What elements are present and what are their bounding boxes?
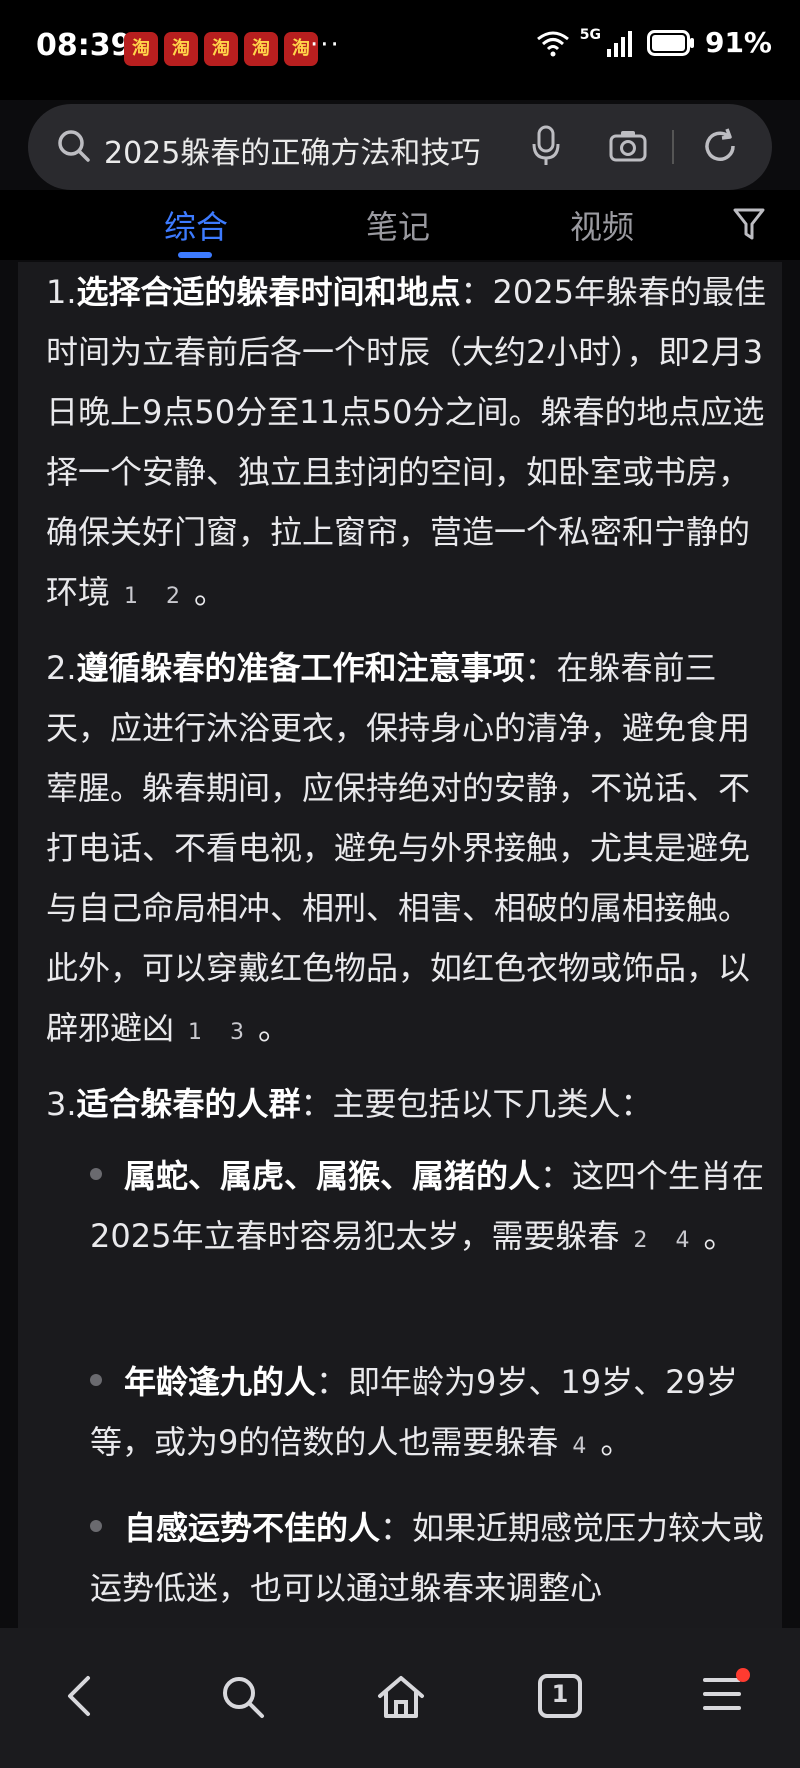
search-icon[interactable] — [220, 1674, 266, 1720]
wifi-icon — [536, 31, 569, 56]
list-item: 自感运势不佳的人：如果近期感觉压力较大或运势低迷，也可以通过躲春来调整心 — [90, 1509, 765, 1607]
taobao-app-icon: 淘 — [164, 32, 198, 66]
bottom-navigation: 1 — [0, 1628, 800, 1768]
notification-badge — [736, 1668, 750, 1682]
result-tabs: 综合 笔记 视频 — [0, 190, 800, 260]
item-title: 遵循躲春的准备工作和注意事项 — [76, 649, 525, 687]
tab-notes[interactable]: 笔记 — [366, 202, 430, 248]
network-type: 5G — [579, 26, 601, 43]
citation-ref[interactable]: 1 — [124, 584, 138, 609]
list-item: 3.适合躲春的人群：主要包括以下几类人： — [46, 1085, 653, 1123]
taobao-app-icon: 淘 — [124, 32, 158, 66]
tab-videos[interactable]: 视频 — [570, 202, 634, 248]
camera-icon[interactable] — [608, 126, 648, 166]
search-icon — [58, 130, 90, 162]
bullet-dot — [90, 1168, 102, 1180]
item-title: 自感运势不佳的人 — [124, 1509, 381, 1547]
taobao-app-icon: 淘 — [204, 32, 238, 66]
list-item: 1.选择合适的躲春时间和地点：2025年躲春的最佳时间为立春前后各一个时辰（大约… — [46, 273, 766, 611]
signal-icon — [606, 30, 632, 57]
taobao-app-icon: 淘 — [244, 32, 278, 66]
status-bar: 08:39 淘 淘 淘 淘 淘 ··· 5G 91% — [0, 0, 800, 100]
citation-ref[interactable]: 4 — [675, 1228, 689, 1253]
active-tab-indicator — [178, 252, 212, 258]
item-title: 年龄逢九的人 — [124, 1363, 317, 1401]
item-title: 适合躲春的人群 — [76, 1085, 301, 1123]
status-time: 08:39 — [36, 28, 132, 63]
notification-icons: 淘 淘 淘 淘 淘 — [124, 32, 318, 66]
battery-percentage: 91% — [704, 26, 772, 59]
search-input[interactable]: 2025躲春的正确方法和技巧 — [104, 128, 480, 172]
search-bar[interactable]: 2025躲春的正确方法和技巧 — [28, 104, 772, 190]
filter-icon[interactable] — [732, 206, 766, 242]
citation-ref[interactable]: 2 — [633, 1228, 647, 1253]
tab-count: 1 — [551, 1680, 569, 1708]
citation-ref[interactable]: 2 — [166, 584, 180, 609]
list-item: 属蛇、属虎、属猴、属猪的人：这四个生肖在2025年立春时容易犯太岁，需要躲春 2 4… — [90, 1157, 765, 1255]
citation-ref[interactable]: 4 — [572, 1434, 586, 1459]
item-title: 属蛇、属虎、属猴、属猪的人 — [124, 1157, 541, 1195]
menu-icon[interactable] — [702, 1674, 742, 1714]
battery-icon — [646, 29, 694, 56]
tabs-button[interactable]: 1 — [538, 1674, 582, 1718]
microphone-icon[interactable] — [530, 124, 562, 168]
citation-ref[interactable]: 3 — [230, 1020, 244, 1045]
search-divider — [672, 130, 674, 164]
answer-content: 1.选择合适的躲春时间和地点：2025年躲春的最佳时间为立春前后各一个时辰（大约… — [18, 262, 782, 1628]
home-icon[interactable] — [376, 1674, 426, 1720]
list-item: 2.遵循躲春的准备工作和注意事项：在躲春前三天，应进行沐浴更衣，保持身心的清净，… — [46, 649, 751, 1047]
more-notifications-icon: ··· — [310, 30, 341, 60]
system-status: 5G 91% — [536, 26, 772, 59]
item-title: 选择合适的躲春时间和地点 — [76, 273, 461, 311]
list-item: 年龄逢九的人：即年龄为9岁、19岁、29岁等，或为9的倍数的人也需要躲春 4。 — [90, 1363, 738, 1461]
bullet-dot — [90, 1520, 102, 1532]
bullet-dot — [90, 1374, 102, 1386]
refresh-icon[interactable] — [700, 126, 740, 166]
citation-ref[interactable]: 1 — [188, 1020, 202, 1045]
back-icon[interactable] — [62, 1674, 96, 1718]
tab-comprehensive[interactable]: 综合 — [164, 202, 228, 248]
